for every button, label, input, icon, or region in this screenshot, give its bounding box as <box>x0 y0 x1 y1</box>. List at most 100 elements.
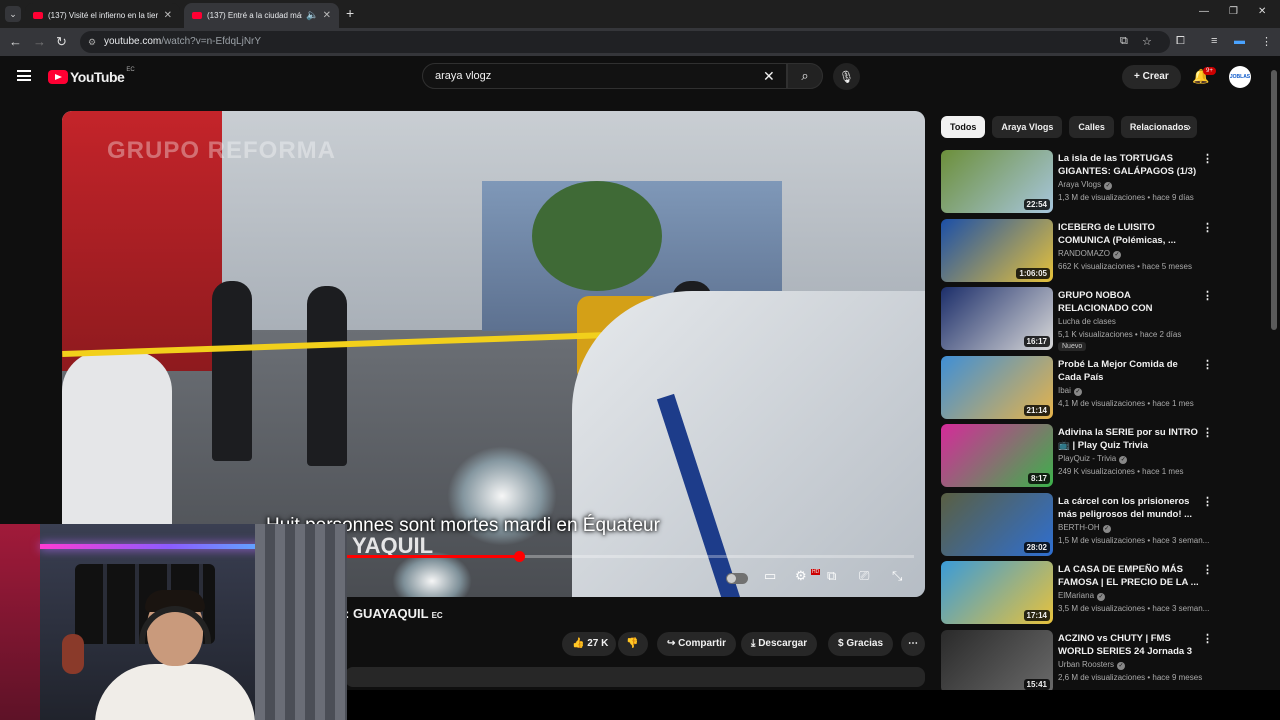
chip-all[interactable]: Todos <box>941 116 986 138</box>
video-thumbnail[interactable]: 22:54 <box>941 150 1053 213</box>
video-thumbnail[interactable]: 15:41 <box>941 629 1053 693</box>
download-button[interactable]: ⤓ Descargar <box>741 632 818 656</box>
video-title[interactable]: La isla de las TORTUGAS GIGANTES: GALÁPA… <box>1058 152 1200 178</box>
channel-name[interactable]: BERTH-OH ✓ <box>1058 523 1111 533</box>
chip-calles[interactable]: Calles <box>1069 116 1114 138</box>
video-meta: 662 K visualizaciones • hace 5 meses <box>1058 261 1192 271</box>
chevron-right-icon[interactable]: › <box>1187 120 1191 134</box>
more-options-icon[interactable]: ⋮ <box>1202 152 1213 165</box>
settings-gear-icon[interactable]: ⚙ <box>795 568 807 584</box>
scene-tree <box>532 181 662 291</box>
video-title[interactable]: ACZINO vs CHUTY | FMS WORLD SERIES 24 Jo… <box>1058 632 1200 658</box>
more-options-icon[interactable]: ⋮ <box>1202 426 1213 439</box>
restore-icon[interactable]: ❐ <box>1229 6 1238 17</box>
video-thumbnail[interactable]: 17:14 <box>941 561 1053 624</box>
cast-icon[interactable]: ⎚ <box>859 568 869 584</box>
extensions-icon[interactable]: ⧠ <box>1176 35 1185 48</box>
recommendation-item[interactable]: 21:14 Probé La Mejor Comida de Cada País I… <box>941 355 1216 425</box>
share-button[interactable]: ↪ Compartir <box>657 632 736 656</box>
address-bar[interactable]: ⚙ youtube.com/watch?v=n-EfdqLjNrY <box>80 31 1170 53</box>
video-title[interactable]: GRUPO NOBOA RELACIONADO CON EXPLOSIONES … <box>1058 289 1200 315</box>
channel-name[interactable]: Urban Roosters ✓ <box>1058 660 1126 670</box>
menu-icon[interactable] <box>17 70 31 81</box>
fullscreen-exit-icon[interactable]: ⤡ <box>892 568 902 584</box>
profile-icon[interactable]: ▬ <box>1234 35 1245 47</box>
channel-name[interactable]: Ibai ✓ <box>1058 386 1082 396</box>
recommendation-item[interactable]: 8:17 Adivina la SERIE por su INTRO 📺 | Pl… <box>941 424 1216 493</box>
window-close-icon[interactable]: ✕ <box>1258 6 1266 17</box>
new-tab-button[interactable]: + <box>346 5 354 21</box>
search-button[interactable]: ⌕ <box>787 63 823 89</box>
video-thumbnail[interactable]: 16:17 <box>941 287 1053 350</box>
verified-check-icon: ✓ <box>1102 524 1111 533</box>
close-tab-icon[interactable]: ✕ <box>164 10 172 21</box>
video-title[interactable]: LA CASA DE EMPEÑO MÁS FAMOSA | EL PRECIO… <box>1058 563 1200 589</box>
voice-search-button[interactable]: 🎙 <box>833 63 860 90</box>
miniplayer-icon[interactable]: ⧉ <box>827 568 836 584</box>
video-thumbnail[interactable]: 1:06:05 <box>941 218 1053 282</box>
tab-search-button[interactable]: ⌄ <box>5 6 21 22</box>
subtitles-icon[interactable]: ▭ <box>764 568 776 584</box>
youtube-favicon-icon <box>33 12 43 19</box>
browser-menu-icon[interactable]: ⋮ <box>1261 35 1272 48</box>
url-host: youtube.com <box>104 36 162 47</box>
video-title[interactable]: Adivina la SERIE por su INTRO 📺 | Play Q… <box>1058 426 1200 452</box>
video-title[interactable]: Probé La Mejor Comida de Cada País <box>1058 358 1200 384</box>
recommendation-item[interactable]: 17:14 LA CASA DE EMPEÑO MÁS FAMOSA | EL P… <box>941 561 1216 630</box>
video-thumbnail[interactable]: 28:02 <box>941 492 1053 556</box>
scrollbar-thumb[interactable] <box>1271 70 1277 330</box>
chip-araya-vlogs[interactable]: Araya Vlogs <box>992 116 1063 138</box>
video-thumbnail[interactable]: 21:14 <box>941 355 1053 419</box>
page-scrollbar[interactable] <box>1271 60 1277 688</box>
speaker-icon[interactable]: 🔈 <box>306 10 318 21</box>
minimize-icon[interactable]: — <box>1199 6 1209 17</box>
back-arrow-icon[interactable]: ← <box>9 34 22 49</box>
bookmark-star-icon[interactable]: ☆ <box>1142 35 1152 48</box>
description-box[interactable] <box>345 667 925 687</box>
verified-check-icon: ✓ <box>1104 182 1113 190</box>
video-thumbnail[interactable]: 8:17 <box>941 424 1053 487</box>
create-button[interactable]: + Crear <box>1122 65 1181 89</box>
browser-tab-2[interactable]: (137) Entré a la ciudad más 🔈 ✕ <box>184 3 339 28</box>
browser-tab-1[interactable]: (137) Visité el infierno en la tier ✕ <box>25 3 180 28</box>
chip-related[interactable]: Relacionados <box>1120 116 1198 138</box>
like-count: 27 K <box>587 638 609 649</box>
search-input[interactable]: araya vlogz <box>422 63 787 89</box>
more-actions-button[interactable]: ⋯ <box>901 632 925 656</box>
more-options-icon[interactable]: ⋮ <box>1202 632 1213 645</box>
scene-officer <box>307 286 347 466</box>
channel-name[interactable]: PlayQuiz - Trivia ✓ <box>1058 454 1128 464</box>
streamer-shirt <box>95 664 255 720</box>
more-options-icon[interactable]: ⋮ <box>1202 495 1213 508</box>
autoplay-toggle[interactable] <box>726 573 748 584</box>
dislike-button[interactable]: 👎 <box>618 632 648 656</box>
more-options-icon[interactable]: ⋮ <box>1202 358 1213 371</box>
channel-name[interactable]: RANDOMAZO ✓ <box>1058 249 1121 259</box>
video-title[interactable]: ICEBERG de LUISITO COMUNICA (Polémicas, … <box>1058 221 1200 247</box>
recommendation-item[interactable]: 28:02 La cárcel con los prisioneros más p… <box>941 492 1216 562</box>
recommendation-item[interactable]: 22:54 La isla de las TORTUGAS GIGANTES: G… <box>941 150 1216 219</box>
recommendation-item[interactable]: 15:41 ACZINO vs CHUTY | FMS WORLD SERIES … <box>941 629 1216 699</box>
media-controls-icon[interactable]: ≡ <box>1211 35 1217 47</box>
more-options-icon[interactable]: ⋮ <box>1202 289 1213 302</box>
recommendation-item[interactable]: 1:06:05 ICEBERG de LUISITO COMUNICA (Polé… <box>941 218 1216 288</box>
site-info-icon[interactable]: ⚙ <box>88 31 96 53</box>
channel-name[interactable]: Lucha de clases <box>1058 317 1116 326</box>
forward-arrow-icon[interactable]: → <box>33 34 46 49</box>
more-options-icon[interactable]: ⋮ <box>1202 563 1213 576</box>
youtube-logo[interactable]: YouTube EC <box>48 67 135 85</box>
thanks-button[interactable]: $ Gracias <box>828 632 894 656</box>
channel-name[interactable]: Araya Vlogs ✓ <box>1058 180 1113 190</box>
install-app-icon[interactable]: ⧉ <box>1120 35 1128 48</box>
recommendation-item[interactable]: 16:17 GRUPO NOBOA RELACIONADO CON EXPLOSI… <box>941 287 1216 356</box>
verified-check-icon: ✓ <box>1073 387 1082 396</box>
clear-search-icon[interactable]: ✕ <box>763 68 775 85</box>
like-button[interactable]: 👍 27 K <box>562 632 616 656</box>
more-options-icon[interactable]: ⋮ <box>1202 221 1213 234</box>
channel-name[interactable]: ElMariana ✓ <box>1058 591 1106 601</box>
reload-icon[interactable]: ↻ <box>56 34 67 50</box>
video-title[interactable]: La cárcel con los prisioneros más peligr… <box>1058 495 1200 521</box>
thumbs-down-icon: 👎 <box>626 638 639 649</box>
close-tab-icon[interactable]: ✕ <box>323 10 331 21</box>
account-avatar[interactable]: JOBLAS <box>1229 66 1251 88</box>
